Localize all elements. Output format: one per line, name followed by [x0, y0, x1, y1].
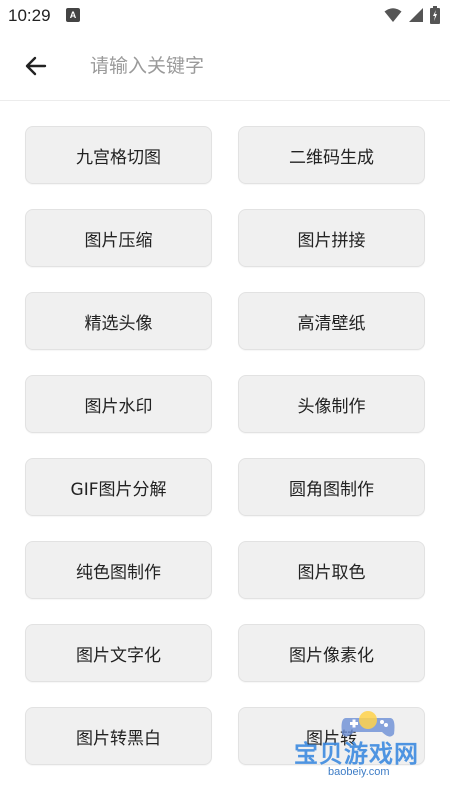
- tool-button-avatar-maker[interactable]: 头像制作: [238, 375, 425, 433]
- status-icons: [384, 6, 440, 24]
- status-bar: 10:29 A: [0, 0, 450, 32]
- status-time: 10:29: [8, 6, 51, 25]
- tool-button-nine-grid[interactable]: 九宫格切图: [25, 126, 212, 184]
- tool-button-wallpapers[interactable]: 高清壁纸: [238, 292, 425, 350]
- tool-button-compress[interactable]: 图片压缩: [25, 209, 212, 267]
- tool-button-solid-color[interactable]: 纯色图制作: [25, 541, 212, 599]
- arrow-left-icon: [25, 56, 47, 76]
- signal-icon: [409, 8, 423, 22]
- tool-button-black-white[interactable]: 图片转黑白: [25, 707, 212, 765]
- tool-button-convert[interactable]: 图片转: [238, 707, 425, 765]
- tool-button-color-picker[interactable]: 图片取色: [238, 541, 425, 599]
- tool-button-watermark[interactable]: 图片水印: [25, 375, 212, 433]
- battery-icon: [430, 6, 440, 24]
- tool-button-stitch[interactable]: 图片拼接: [238, 209, 425, 267]
- search-input[interactable]: [90, 48, 420, 84]
- back-button[interactable]: [14, 44, 58, 88]
- search-header: [0, 32, 450, 101]
- app-notification-icon: A: [66, 8, 80, 22]
- tool-button-pixelate[interactable]: 图片像素化: [238, 624, 425, 682]
- tool-button-text-art[interactable]: 图片文字化: [25, 624, 212, 682]
- watermark-url: baobeiy.com: [328, 766, 390, 778]
- tool-button-avatars[interactable]: 精选头像: [25, 292, 212, 350]
- tool-grid: 九宫格切图 二维码生成 图片压缩 图片拼接 精选头像 高清壁纸 图片水印 头像制…: [25, 126, 425, 765]
- wifi-icon: [384, 8, 402, 22]
- tool-button-rounded-corners[interactable]: 圆角图制作: [238, 458, 425, 516]
- tool-button-gif-split[interactable]: GIF图片分解: [25, 458, 212, 516]
- tool-button-qr-code[interactable]: 二维码生成: [238, 126, 425, 184]
